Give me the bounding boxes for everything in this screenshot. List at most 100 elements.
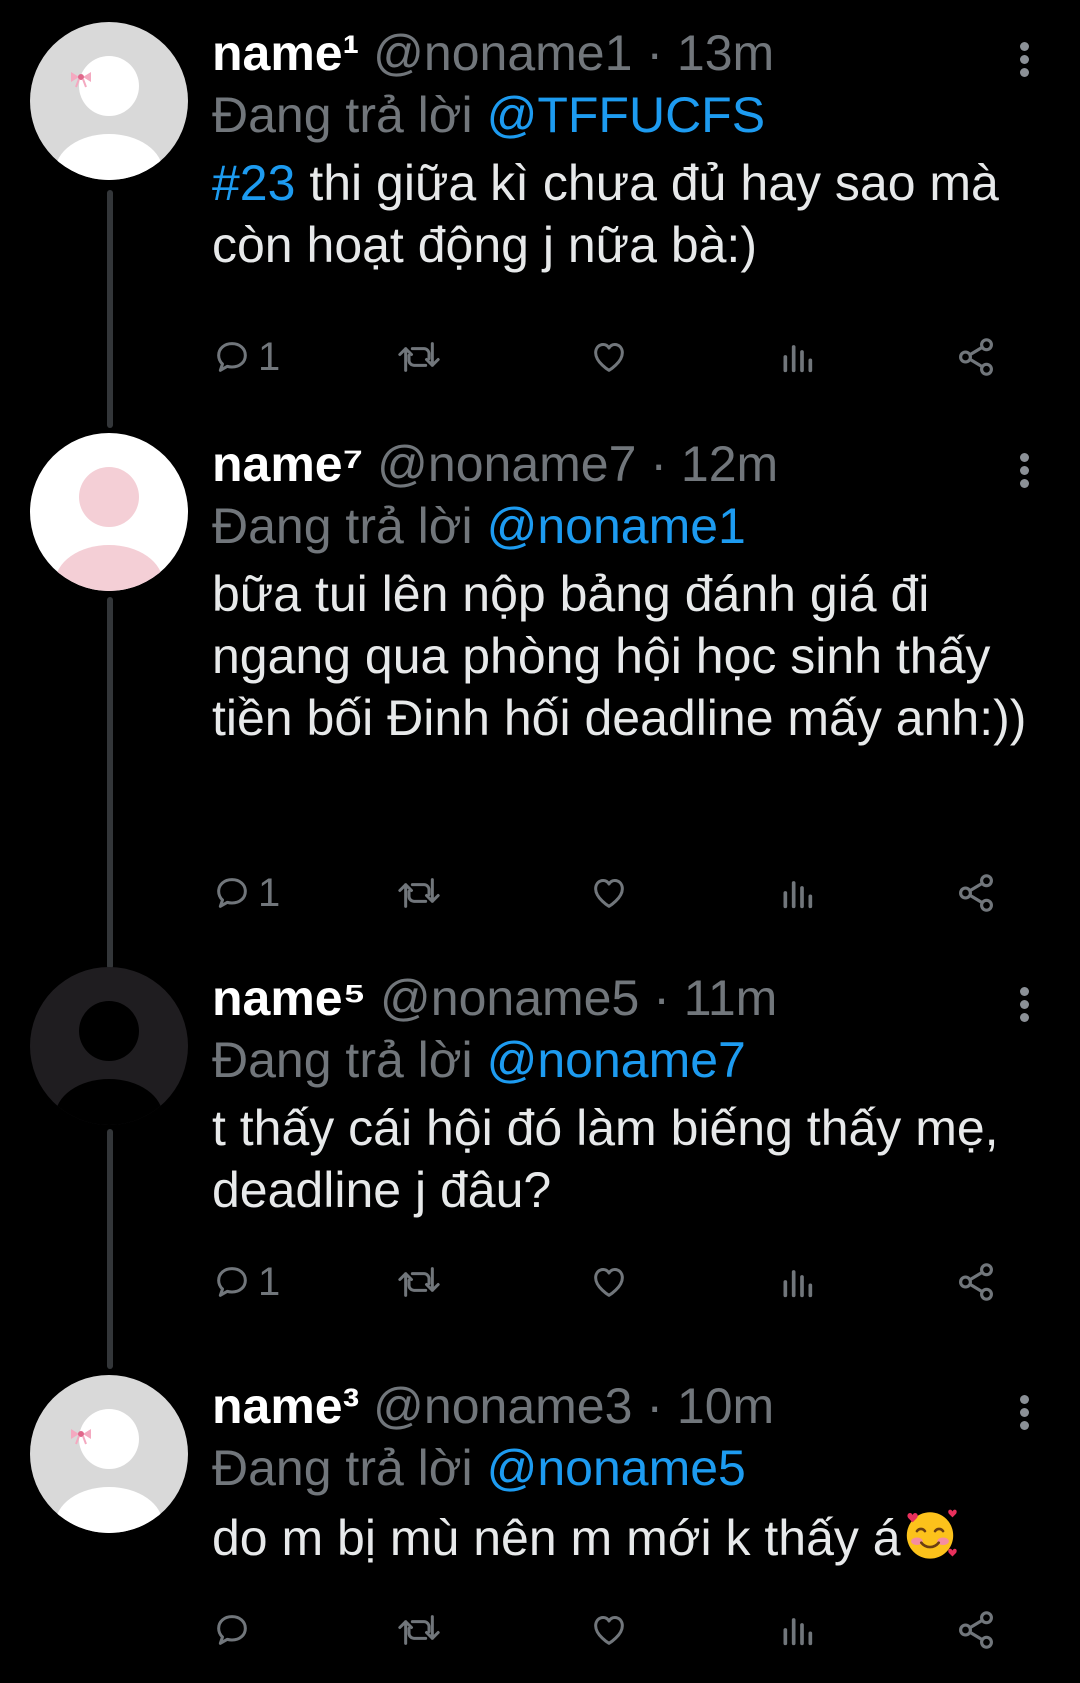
reply-button[interactable] [212,1600,258,1660]
replying-to-label: Đang trả lời [212,1032,473,1088]
reply-icon [217,342,247,372]
retweet-icon [398,342,440,372]
reply-count: 1 [258,334,281,379]
reply-icon [217,878,247,908]
retweet-button[interactable] [397,863,441,923]
avatar[interactable] [30,433,188,591]
analytics-button[interactable] [777,1252,817,1312]
tweet[interactable]: name⁷ @noname7 · 12m Đang trả lời @nonam… [0,433,1080,969]
retweet-button[interactable] [397,1252,441,1312]
thread-connector [107,597,113,969]
replying-to: Đang trả lời @TFFUCFS [212,84,1040,146]
tweet[interactable]: name⁵ @noname5 · 11m Đang trả lời @nonam… [0,967,1080,1369]
reply-button[interactable]: 1 [212,863,280,923]
reply-icon [217,1615,247,1645]
replying-to-mention[interactable]: @TFFUCFS [487,87,766,143]
analytics-icon [783,1270,813,1298]
analytics-icon [783,1618,813,1646]
action-bar: 1 [212,1252,1012,1312]
reply-button[interactable]: 1 [212,1252,280,1312]
timestamp[interactable]: 11m [684,970,778,1026]
default-avatar-dark-icon [30,967,188,1125]
replying-to-label: Đang trả lời [212,87,473,143]
share-button[interactable] [955,863,997,923]
thread-connector [107,190,113,428]
like-button[interactable] [588,1600,630,1660]
more-options-icon[interactable] [1010,1375,1040,1437]
avatar[interactable] [30,967,188,1125]
share-icon [959,338,993,376]
tweet-body: thi giữa kì chưa đủ hay sao mà còn hoạt … [212,155,1013,273]
more-options-icon[interactable] [1010,22,1040,84]
tweet-text: #23 thi giữa kì chưa đủ hay sao mà còn h… [212,152,1040,276]
like-button[interactable] [588,863,630,923]
display-name[interactable]: name⁷ [212,436,363,492]
tweet-header: name³ @noname3 · 10m [212,1375,1040,1437]
replying-to-label: Đang trả lời [212,498,473,554]
retweet-icon [398,1267,440,1297]
share-icon [959,1263,993,1301]
tweet-text: bữa tui lên nộp bảng đánh giá đi ngang q… [212,566,1027,746]
retweet-icon [398,1615,440,1645]
tweet-header: name¹ @noname1 · 13m [212,22,1040,84]
tweet[interactable]: name³ @noname3 · 10m Đang trả lời @nonam… [0,1375,1080,1683]
reply-count: 1 [258,1259,281,1304]
share-button[interactable] [955,1252,997,1312]
avatar[interactable] [30,22,188,180]
thread-connector [107,1129,113,1369]
heart-icon [594,1268,624,1297]
action-bar [212,1600,1012,1660]
tweet-header: name⁷ @noname7 · 12m [212,433,1040,495]
retweet-button[interactable] [397,1600,441,1660]
share-button[interactable] [955,327,997,387]
reply-count: 1 [258,870,281,915]
analytics-button[interactable] [777,863,817,923]
like-button[interactable] [588,1252,630,1312]
analytics-button[interactable] [777,327,817,387]
tweet-text: do m bị mù nên m mới k thấy á [212,1505,1040,1569]
reply-button[interactable]: 1 [212,327,280,387]
share-button[interactable] [955,1600,997,1660]
replying-to: Đang trả lời @noname1 [212,495,1040,557]
tweet-body: do m bị mù nên m mới k thấy á [212,1510,901,1566]
retweet-icon [398,878,440,908]
analytics-icon [783,345,813,373]
timestamp[interactable]: 10m [677,1378,774,1434]
separator-dot: · [650,436,667,492]
display-name[interactable]: name³ [212,1378,359,1434]
action-bar: 1 [212,327,1012,387]
replying-to-label: Đang trả lời [212,1440,473,1496]
hashtag-link[interactable]: #23 [212,155,295,211]
separator-dot: · [646,25,663,81]
heart-icon [594,1616,624,1645]
replying-to-mention[interactable]: @noname1 [487,498,746,554]
analytics-button[interactable] [777,1600,817,1660]
default-avatar-gray-with-bow-icon [30,22,188,180]
reply-icon [217,1267,247,1297]
default-avatar-pink-icon [30,433,188,591]
like-button[interactable] [588,327,630,387]
replying-to: Đang trả lời @noname5 [212,1437,1040,1499]
heart-icon [594,343,624,372]
separator-dot: · [646,1378,663,1434]
share-icon [959,874,993,912]
user-handle[interactable]: @noname5 [380,970,639,1026]
tweet[interactable]: name¹ @noname1 · 13m Đang trả lời @TFFUC… [0,22,1080,428]
replying-to-mention[interactable]: @noname7 [487,1032,746,1088]
replying-to: Đang trả lời @noname7 [212,1029,1040,1091]
default-avatar-gray-with-bow-icon [30,1375,188,1533]
tweet-text: t thấy cái hội đó làm biếng thấy mẹ, dea… [212,1100,1013,1218]
avatar[interactable] [30,1375,188,1533]
display-name[interactable]: name¹ [212,25,359,81]
replying-to-mention[interactable]: @noname5 [487,1440,746,1496]
display-name[interactable]: name⁵ [212,970,366,1026]
user-handle[interactable]: @noname3 [373,1378,632,1434]
conversation-thread: name¹ @noname1 · 13m Đang trả lời @TFFUC… [0,0,1080,1683]
more-options-icon[interactable] [1010,967,1040,1029]
timestamp[interactable]: 12m [681,436,778,492]
timestamp[interactable]: 13m [677,25,774,81]
retweet-button[interactable] [397,327,441,387]
more-options-icon[interactable] [1010,433,1040,495]
user-handle[interactable]: @noname7 [377,436,636,492]
user-handle[interactable]: @noname1 [373,25,632,81]
